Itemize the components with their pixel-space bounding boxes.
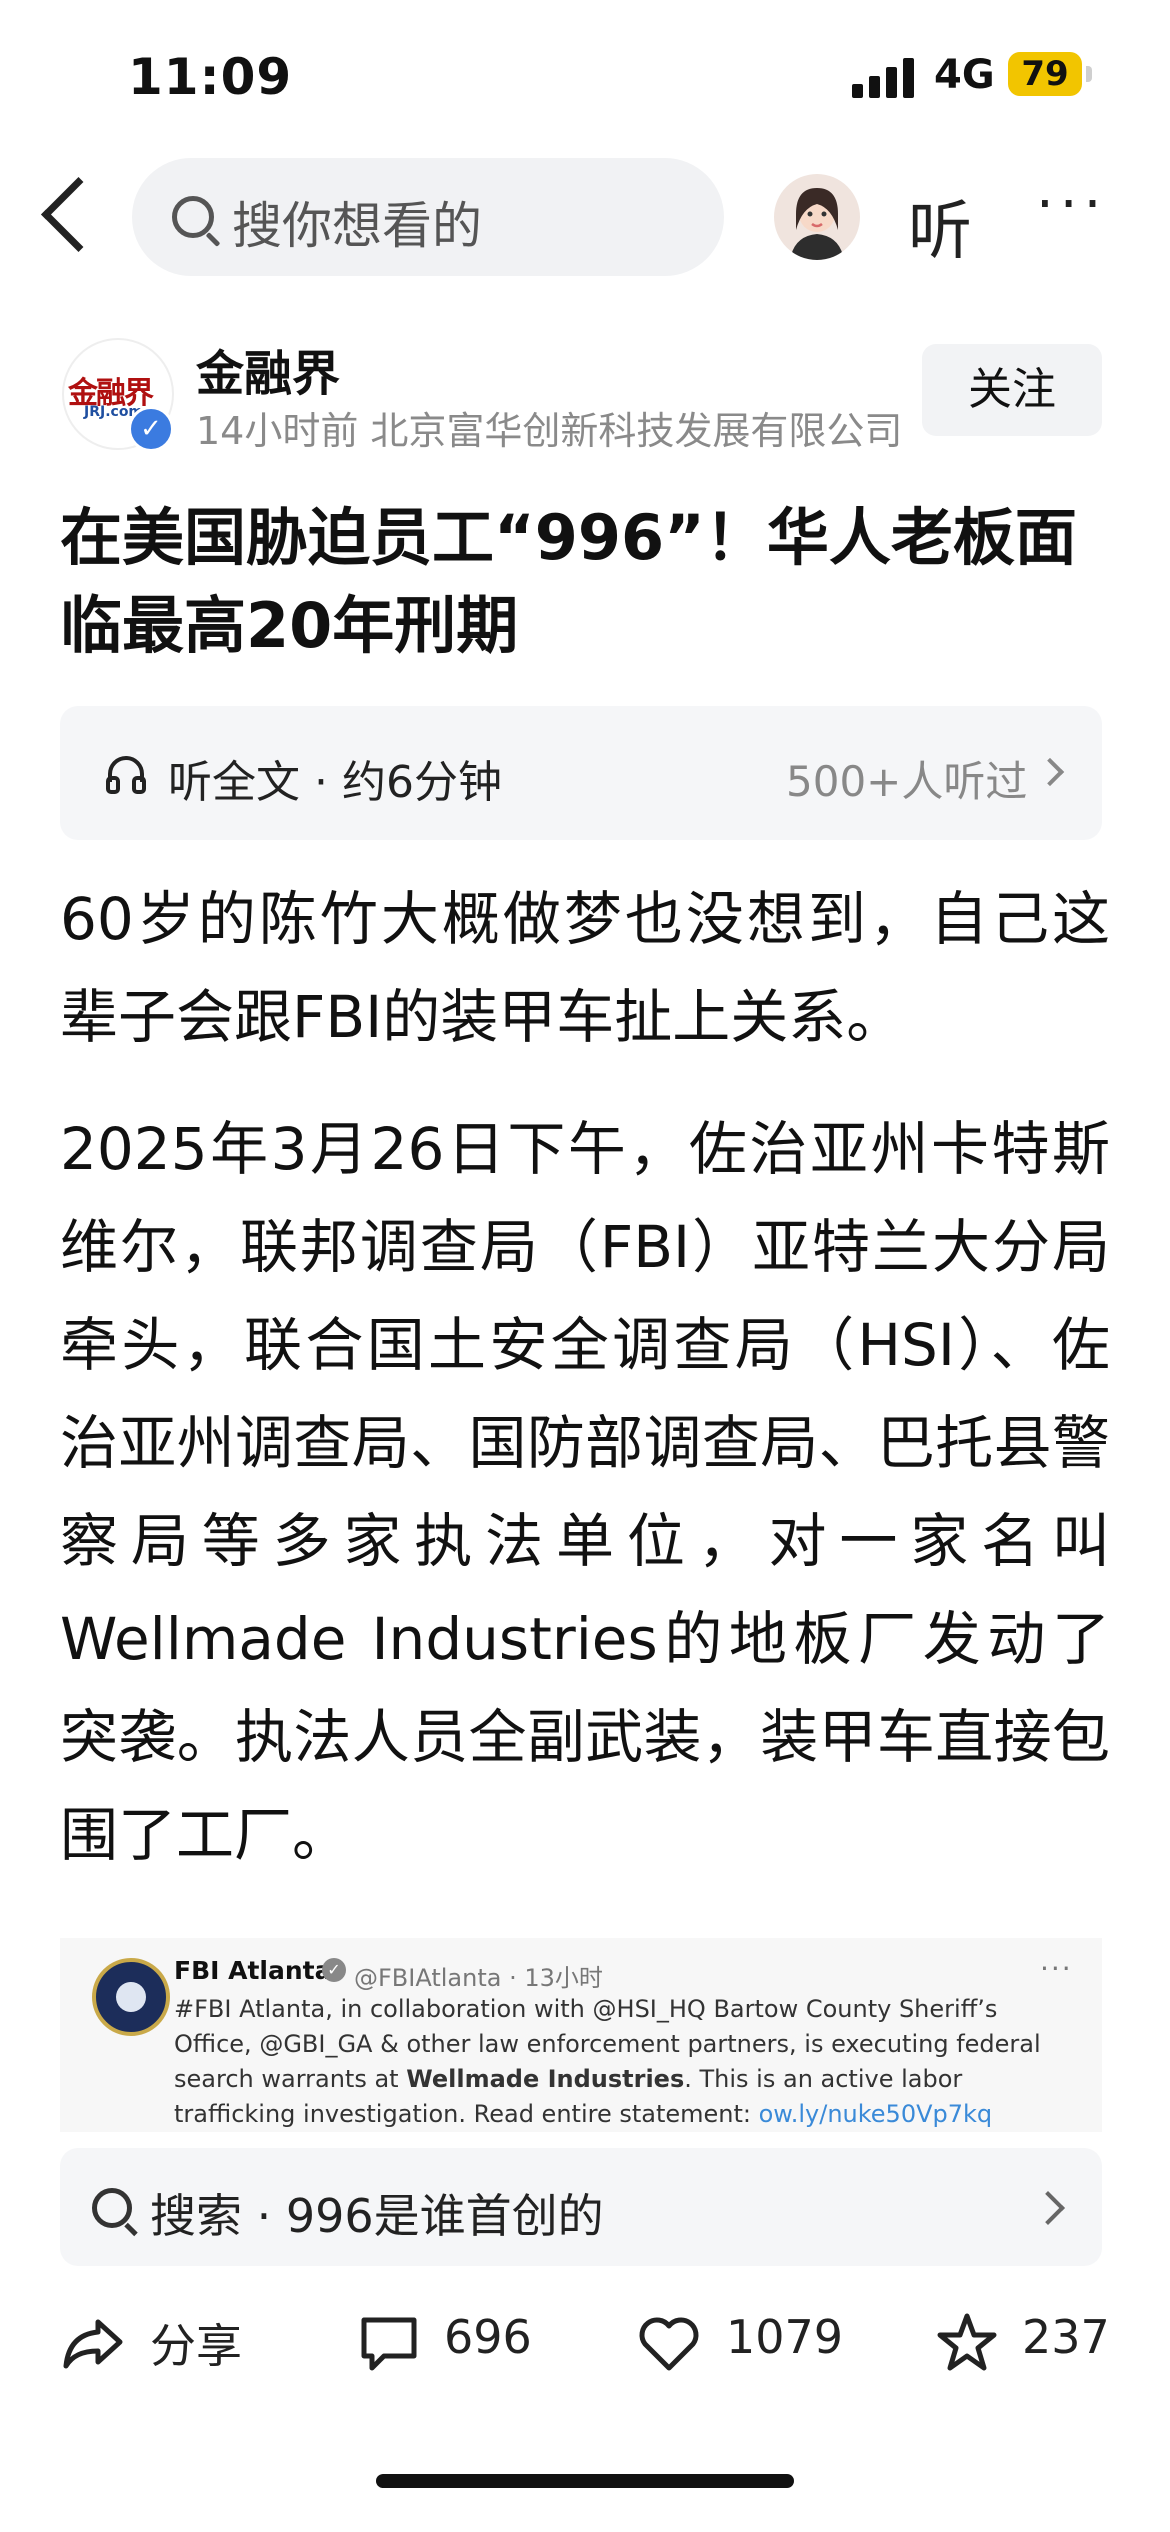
network-type: 4G [934, 52, 995, 98]
tweet-more-icon: ··· [1040, 1952, 1073, 1985]
verified-icon: ✓ [128, 406, 174, 452]
more-icon[interactable]: ··· [1036, 172, 1107, 237]
follow-button[interactable]: 关注 [922, 344, 1102, 436]
author-name[interactable]: 金融界 [196, 334, 340, 404]
share-label[interactable]: 分享 [150, 2310, 242, 2376]
article-paragraph: 60岁的陈竹大概做梦也没想到，自己这辈子会跟FBI的装甲车扯上关系。 [60, 885, 1110, 1051]
tweet-verified-icon: ✓ [322, 1958, 346, 1982]
search-placeholder: 搜你想看的 [232, 197, 482, 255]
avatar[interactable] [774, 174, 860, 260]
comment-count[interactable]: 696 [444, 2310, 532, 2364]
home-indicator[interactable] [376, 2474, 794, 2488]
fbi-seal-icon [92, 1958, 170, 2036]
share-icon[interactable] [60, 2310, 126, 2376]
tweet-bold: Wellmade Industries [406, 2065, 685, 2093]
search-icon [92, 2188, 132, 2228]
status-time: 11:09 [128, 48, 293, 106]
search-icon [172, 196, 214, 238]
comment-icon[interactable] [356, 2310, 422, 2376]
star-icon[interactable] [934, 2310, 1000, 2376]
favorite-count[interactable]: 237 [1022, 2310, 1110, 2364]
article-title: 在美国胁迫员工“996”！华人老板面临最高20年刑期 [60, 501, 1077, 662]
like-count[interactable]: 1079 [726, 2310, 843, 2364]
headphones-icon [106, 756, 146, 794]
tweet-body: #FBI Atlanta, in collaboration with @HSI… [174, 1992, 1074, 2132]
signal-icon [852, 58, 916, 98]
tweet-link: ow.ly/nuke50Vp7kq [758, 2100, 993, 2128]
tweet-author: FBI Atlanta [174, 1956, 332, 1985]
back-icon[interactable] [41, 177, 116, 252]
listen-button[interactable]: 听 [908, 180, 972, 272]
battery-tip [1086, 66, 1092, 82]
heart-icon[interactable] [636, 2310, 702, 2376]
tweet-handle: @FBIAtlanta · 13小时 [354, 1964, 603, 1992]
listen-full-label: 听全文 · 约6分钟 [168, 757, 502, 808]
author-meta: 14小时前 北京富华创新科技发展有限公司 [196, 409, 903, 453]
related-search-text: 搜索 · 996是谁首创的 [150, 2189, 604, 2243]
article-paragraph: 2025年3月26日下午，佐治亚州卡特斯维尔，联邦调查局（FBI）亚特兰大分局牵… [60, 1115, 1110, 1869]
listen-count: 500+人听过 [786, 757, 1028, 806]
battery-icon: 79 [1008, 52, 1082, 96]
